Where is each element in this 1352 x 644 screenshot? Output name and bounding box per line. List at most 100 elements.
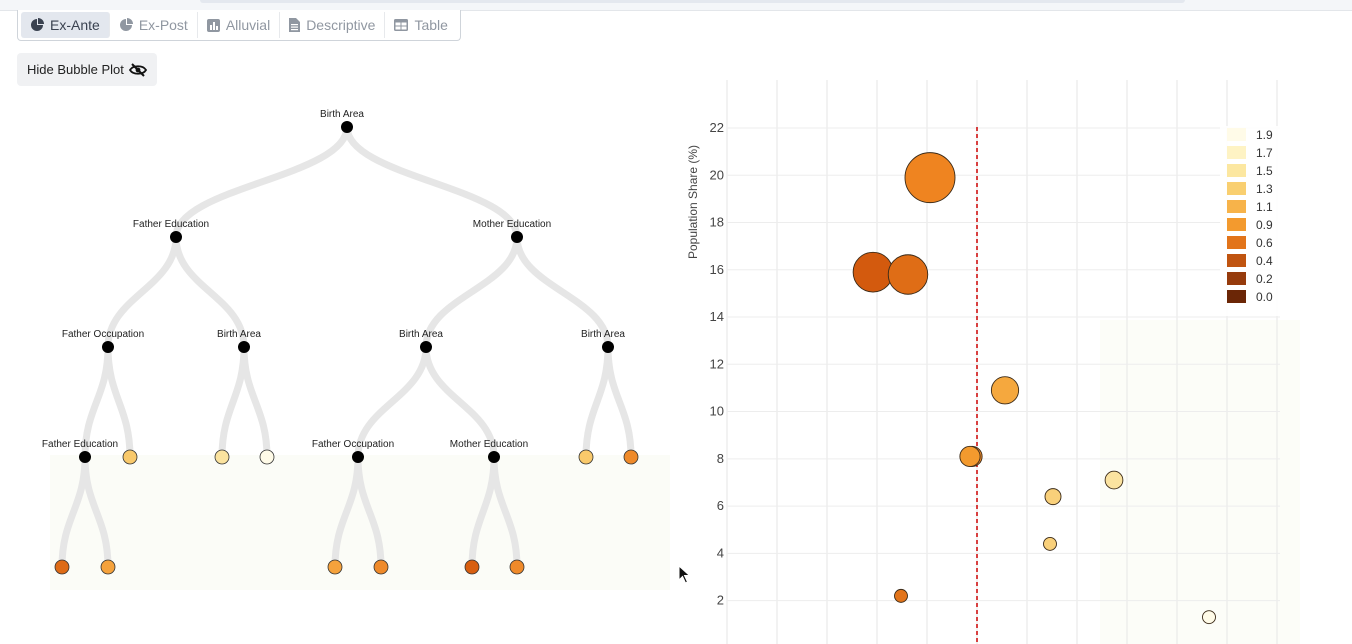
tree-node-label: Father Education [42,439,118,450]
legend-label: 0.0 [1256,290,1273,304]
tree-node-label: Birth Area [320,109,364,120]
tab-label: Ex-Ante [50,17,100,33]
document-icon [289,18,301,32]
tree-node[interactable] [488,451,500,463]
tab-descriptive[interactable]: Descriptive [280,12,386,38]
y-tick-label: 4 [717,545,724,560]
tree-node[interactable] [341,121,353,133]
tree-node-label: Father Education [133,219,209,230]
tree-leaf[interactable] [100,559,116,575]
legend-swatch [1227,290,1246,303]
tree-leaf[interactable] [623,449,639,465]
legend-swatch [1227,164,1246,177]
hide-bubble-plot-button[interactable]: Hide Bubble Plot [17,53,157,86]
tab-label: Table [414,17,448,33]
tab-ex-ante[interactable]: Ex-Ante [21,12,110,38]
y-tick-label: 18 [710,215,724,230]
tree-node[interactable] [352,451,364,463]
y-tick-label: 16 [710,262,724,277]
tree-leaf[interactable] [578,449,594,465]
y-tick-label: 8 [717,451,724,466]
eye-slash-icon [128,62,147,77]
tree-node-label: Mother Education [473,219,551,230]
y-tick-label: 10 [710,404,724,419]
legend-label: 1.1 [1256,200,1273,214]
tree-internal-nodes [79,121,614,463]
pie-chart-icon [119,18,133,31]
bubble[interactable] [1044,488,1062,506]
bar-chart-icon [206,18,220,32]
legend-label: 0.9 [1256,218,1273,232]
tree-node[interactable] [79,451,91,463]
legend-swatch [1227,146,1246,159]
tree-leaf[interactable] [509,559,525,575]
tree-labels: Birth Area Father Education Mother Educa… [42,109,625,450]
tab-label: Descriptive [306,17,376,33]
legend-swatch [1227,272,1246,285]
tab-label: Alluvial [225,17,271,33]
bubble[interactable] [959,445,981,468]
bubble[interactable] [887,254,929,295]
table-icon [394,19,409,31]
bubble[interactable] [852,251,894,293]
legend-label: 0.2 [1256,272,1273,286]
tree-node[interactable] [238,341,250,353]
hide-button-label: Hide Bubble Plot [27,62,124,77]
tree-leaf[interactable] [464,559,480,575]
y-tick-label: 22 [710,120,724,135]
tree-node-label: Birth Area [217,329,261,340]
bubble[interactable] [1202,610,1216,625]
mouse-cursor-icon [678,565,691,584]
legend-label: 1.5 [1256,164,1273,178]
tab-alluvial[interactable]: Alluvial [198,12,281,38]
y-tick-label: 2 [717,593,724,608]
tree-node-label: Father Occupation [62,329,144,340]
y-tick-label: 14 [710,309,724,324]
legend-swatch [1227,200,1246,213]
tree-node[interactable] [420,341,432,353]
color-legend: 1.9 1.7 1.5 1.3 1.1 0.9 0.6 0.4 0.2 0.0 [1220,126,1280,316]
top-scrollbar[interactable] [200,0,1185,3]
tab-label: Ex-Post [138,17,188,33]
legend-swatch [1227,236,1246,249]
y-tick-label: 6 [717,498,724,513]
legend-label: 1.3 [1256,182,1273,196]
tree-leaf[interactable] [54,559,70,575]
plot-background-band [1100,320,1300,644]
bubble-plot: 246810121416182022 Population Share (%) … [680,80,1300,644]
bubble[interactable] [990,376,1020,405]
tree-node-label: Father Occupation [312,439,394,450]
tree-leaf[interactable] [373,559,389,575]
y-tick-label: 20 [710,167,724,182]
bubble[interactable] [1043,536,1057,551]
legend-swatch [1227,254,1246,267]
legend-swatch [1227,218,1246,231]
tree-node-label: Mother Education [450,439,528,450]
bubble[interactable] [904,152,956,204]
tab-table[interactable]: Table [385,12,456,38]
legend-swatch [1227,128,1246,141]
legend-label: 0.6 [1256,236,1273,250]
tree-node-label: Birth Area [581,329,625,340]
tab-bar: Ex-Ante Ex-Post Alluvial Descriptive Tab… [17,10,461,41]
pie-chart-icon [31,18,44,31]
tree-node[interactable] [102,341,114,353]
bubble[interactable] [1104,470,1124,490]
y-axis-title: Population Share (%) [686,145,700,259]
tree-leaf[interactable] [122,449,138,465]
decision-tree: Birth Area Father Education Mother Educa… [42,109,670,590]
tree-node[interactable] [511,231,523,243]
legend-label: 1.9 [1256,128,1273,142]
legend-swatch [1227,182,1246,195]
tree-node-label: Birth Area [399,329,443,340]
bubble[interactable] [894,588,908,603]
legend-label: 0.4 [1256,254,1273,268]
tab-ex-post[interactable]: Ex-Post [110,12,198,38]
legend-label: 1.7 [1256,146,1273,160]
tree-leaf[interactable] [259,449,275,465]
tree-leaf[interactable] [214,449,230,465]
tree-leaf[interactable] [327,559,343,575]
y-tick-label: 12 [710,356,724,371]
tree-node[interactable] [602,341,614,353]
tree-node[interactable] [170,231,182,243]
